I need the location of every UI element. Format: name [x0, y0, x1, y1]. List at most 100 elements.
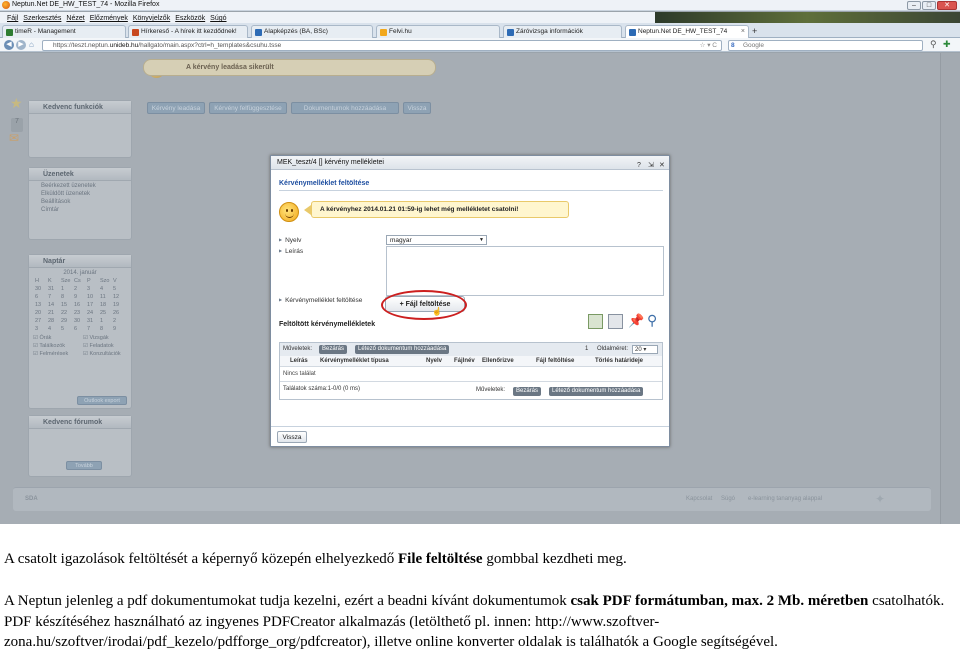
calendar-filter-checkbox[interactable]: ☑ Órák: [33, 335, 83, 341]
calendar-day[interactable]: 13: [35, 302, 48, 308]
calendar-day[interactable]: 9: [113, 326, 126, 332]
calendar-day[interactable]: 3: [87, 286, 100, 292]
browser-tab[interactable]: Neptun.Net DE_HW_TEST_74 ×: [625, 25, 749, 38]
footer-help-link[interactable]: Súgó: [721, 496, 735, 502]
browser-tab[interactable]: timeR - Management: [2, 25, 126, 38]
column-header[interactable]: Fájl feltöltése: [536, 356, 574, 367]
calendar-day[interactable]: 9: [74, 294, 87, 300]
calendar-day[interactable]: 4: [48, 326, 61, 332]
calendar-day[interactable]: 28: [48, 318, 61, 324]
calendar-filter-checkbox[interactable]: ☑ Konzultációk: [83, 351, 133, 357]
column-header[interactable]: Fájlnév: [454, 356, 475, 367]
calendar-day[interactable]: 4: [100, 286, 113, 292]
forward-arrow-icon[interactable]: ▶: [16, 40, 26, 50]
calendar-day[interactable]: 5: [61, 326, 74, 332]
browser-tab[interactable]: Alapképzés (BA, BSc): [251, 25, 373, 38]
browser-tab[interactable]: Hírkereső - A hírek itt kezdődnek!: [128, 25, 248, 38]
tab-close-icon[interactable]: ×: [741, 26, 745, 38]
url-bar[interactable]: https://teszt.neptun.unideb.hu/hallgato/…: [42, 40, 722, 51]
search-field[interactable]: 8 Google: [728, 40, 923, 51]
sent-link[interactable]: Elküldött üzenetek: [29, 189, 131, 197]
calendar-day[interactable]: 11: [100, 294, 113, 300]
add-existing-document-button-bottom[interactable]: Létező dokumentum hozzáadása: [549, 387, 644, 396]
submit-request-button[interactable]: Kérvény leadása: [147, 102, 205, 114]
column-header[interactable]: Kérvénymelléklet típusa: [320, 356, 389, 367]
calendar-day[interactable]: 25: [100, 310, 113, 316]
calendar-day[interactable]: 24: [87, 310, 100, 316]
column-header[interactable]: Leírás: [290, 356, 308, 367]
calendar-day[interactable]: 2: [74, 286, 87, 292]
calendar-day[interactable]: 23: [74, 310, 87, 316]
calendar-day[interactable]: 3: [35, 326, 48, 332]
scrollbar[interactable]: [940, 53, 960, 524]
new-tab-button[interactable]: +: [752, 26, 757, 36]
dialog-back-button[interactable]: Vissza: [277, 431, 307, 443]
directory-link[interactable]: Címtár: [29, 205, 131, 213]
calendar-day[interactable]: 8: [100, 326, 113, 332]
browser-tab[interactable]: Záróvizsga információk: [503, 25, 622, 38]
calendar-day[interactable]: 29: [61, 318, 74, 324]
back-button[interactable]: Vissza: [403, 102, 431, 114]
close-button-top[interactable]: Bezárás: [319, 345, 348, 354]
footer-contact-link[interactable]: Kapcsolat: [686, 496, 712, 502]
calendar-day[interactable]: 8: [61, 294, 74, 300]
calendar-day[interactable]: 2: [113, 318, 126, 324]
suspend-request-button[interactable]: Kérvény felfüggesztése: [209, 102, 287, 114]
language-select[interactable]: magyar ▼: [386, 235, 487, 245]
calendar-day[interactable]: 6: [74, 326, 87, 332]
add-documents-button[interactable]: Dokumentumok hozzáadása: [291, 102, 399, 114]
outlook-export-button[interactable]: Outlook export: [77, 396, 127, 405]
calendar-filter-checkbox[interactable]: ☑ Feladatok: [83, 343, 133, 349]
back-arrow-icon[interactable]: ◀: [4, 40, 14, 50]
calendar-day[interactable]: 10: [87, 294, 100, 300]
settings-link[interactable]: Beállítások: [29, 197, 131, 205]
close-button-bottom[interactable]: Bezárás: [513, 387, 542, 396]
calendar-filter-checkbox[interactable]: ☑ Felmérések: [33, 351, 83, 357]
page-size-select[interactable]: 20 ▾: [632, 345, 658, 354]
calendar-filter-checkbox[interactable]: ☑ Vizsgák: [83, 335, 133, 341]
browser-tab[interactable]: Felvi.hu: [376, 25, 500, 38]
print-icon[interactable]: [608, 314, 623, 329]
footer-elearning-link[interactable]: e-learning tananyag alappal: [748, 496, 822, 502]
close-icon[interactable]: ✕: [659, 159, 665, 173]
forums-more-button[interactable]: Tovább: [66, 461, 102, 470]
calendar-day[interactable]: 30: [74, 318, 87, 324]
calendar-day[interactable]: 22: [61, 310, 74, 316]
add-existing-document-button-top[interactable]: Létező dokumentum hozzáadása: [355, 345, 450, 354]
calendar-day[interactable]: 17: [87, 302, 100, 308]
calendar-day[interactable]: 12: [113, 294, 126, 300]
magnifier-icon[interactable]: ⚲: [647, 312, 657, 329]
calendar-day[interactable]: 1: [61, 286, 74, 292]
page-number[interactable]: 1: [585, 343, 588, 356]
calendar-day[interactable]: 20: [35, 310, 48, 316]
calendar-filter-checkbox[interactable]: ☑ Találkozók: [33, 343, 83, 349]
calendar-day[interactable]: 7: [48, 294, 61, 300]
calendar-day[interactable]: 16: [74, 302, 87, 308]
calendar-day[interactable]: 31: [87, 318, 100, 324]
column-header[interactable]: Ellenőrizve: [482, 356, 514, 367]
calendar-day[interactable]: 30: [35, 286, 48, 292]
calendar-day[interactable]: 18: [100, 302, 113, 308]
help-icon[interactable]: ?: [637, 159, 641, 173]
pin-icon[interactable]: 📌: [628, 313, 644, 329]
minimize-button[interactable]: –: [907, 1, 921, 10]
calendar-day[interactable]: 14: [48, 302, 61, 308]
inbox-link[interactable]: Beérkezett üzenetek: [29, 181, 131, 189]
excel-export-icon[interactable]: [588, 314, 603, 329]
column-header[interactable]: Törlés határideje: [595, 356, 643, 367]
calendar-day[interactable]: 26: [113, 310, 126, 316]
resize-icon[interactable]: ⇲: [648, 159, 654, 173]
bookmark-star-icon[interactable]: ☆ ▾ C: [700, 41, 717, 51]
calendar-day[interactable]: 31: [48, 286, 61, 292]
calendar-day[interactable]: 19: [113, 302, 126, 308]
calendar-day[interactable]: 21: [48, 310, 61, 316]
maximize-button[interactable]: □: [922, 1, 936, 10]
column-header[interactable]: Nyelv: [426, 356, 442, 367]
calendar-day[interactable]: 1: [100, 318, 113, 324]
search-icon[interactable]: ⚲: [930, 39, 937, 50]
calendar-day[interactable]: 27: [35, 318, 48, 324]
calendar-day[interactable]: 5: [113, 286, 126, 292]
calendar-day[interactable]: 6: [35, 294, 48, 300]
description-textarea[interactable]: [386, 246, 664, 296]
calendar-day[interactable]: 7: [87, 326, 100, 332]
